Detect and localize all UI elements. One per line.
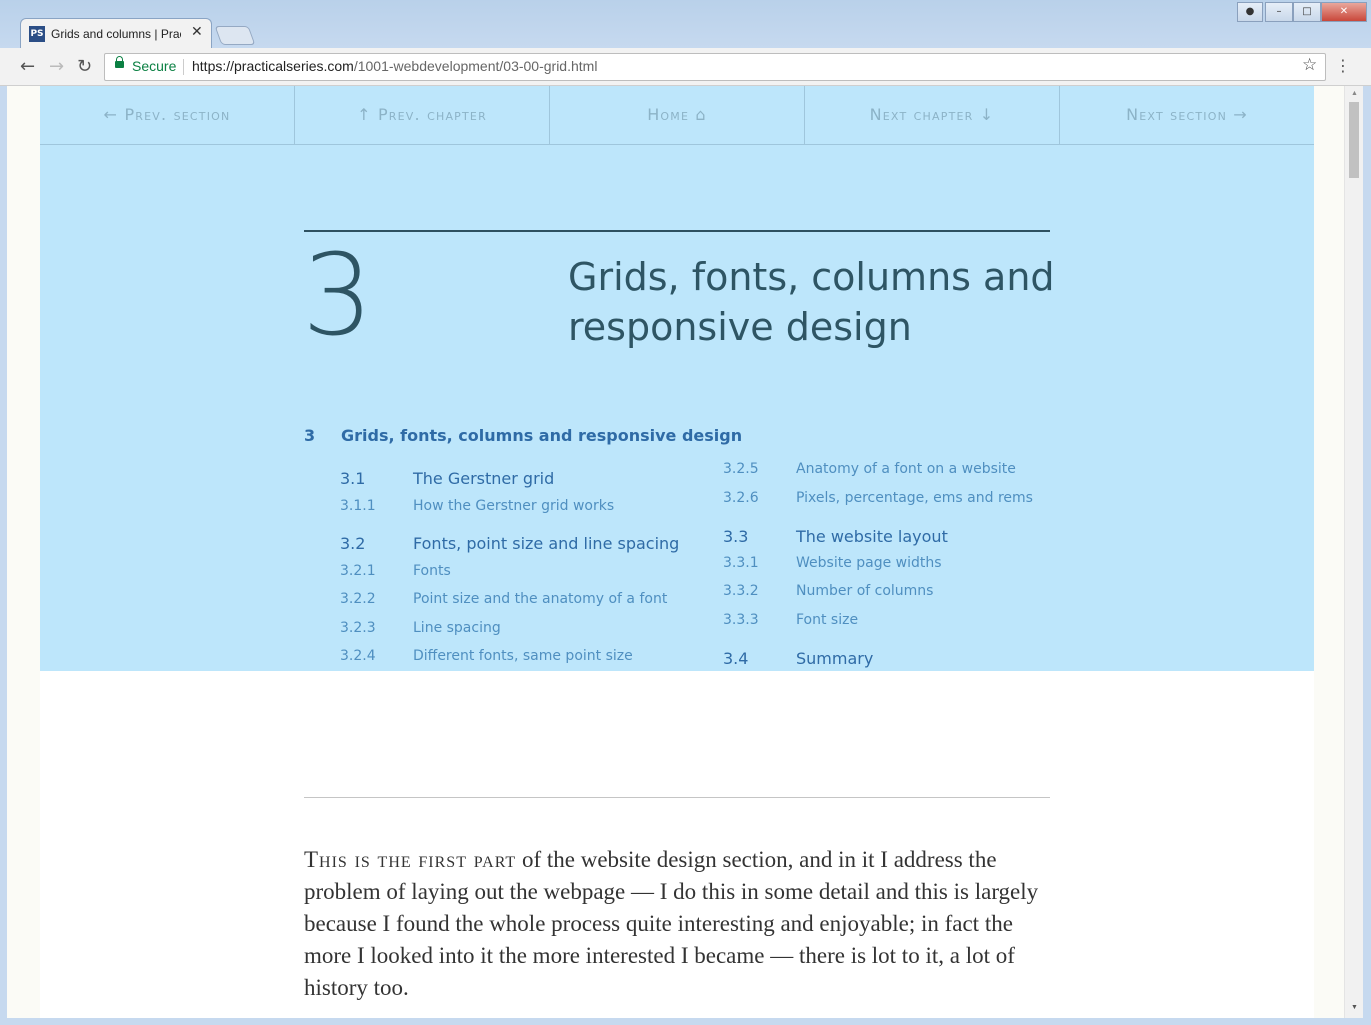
page-scrollbar[interactable]: ▲ ▼ xyxy=(1344,86,1364,1018)
toc-label: The website layout xyxy=(796,527,948,546)
toc-label: Summary xyxy=(796,649,874,668)
nav-next-chapter[interactable]: Next chapter ↓ xyxy=(805,86,1060,144)
intro-lead: This is the first part xyxy=(304,847,517,872)
toc-label: Line spacing xyxy=(413,620,501,636)
menu-icon[interactable]: ⋮ xyxy=(1335,56,1351,75)
toc-label: Fonts xyxy=(413,563,451,579)
address-bar[interactable]: Secure https://practicalseries.com/1001-… xyxy=(104,53,1326,81)
chapter-hero: ← Prev. section ↑ Prev. chapter Home ⌂ N… xyxy=(40,86,1314,671)
scrollbar-thumb[interactable] xyxy=(1349,102,1359,178)
secure-label: Secure xyxy=(132,58,177,74)
toc-num: 3.3.3 xyxy=(723,612,759,628)
toc-num: 3.1 xyxy=(340,469,366,488)
scroll-up-icon[interactable]: ▲ xyxy=(1351,90,1358,97)
toc-label: Different fonts, same point size xyxy=(413,648,633,664)
toc-num: 3.2.5 xyxy=(723,461,759,477)
nav-prev-section[interactable]: ← Prev. section xyxy=(40,86,295,144)
window-frame-bottom xyxy=(0,1018,1371,1025)
toc-label: Pixels, percentage, ems and rems xyxy=(796,490,1033,506)
toc-num: 3 xyxy=(304,426,316,445)
window-frame-left xyxy=(0,86,7,1025)
profile-icon[interactable]: ● xyxy=(1237,2,1263,22)
toc-label: Fonts, point size and line spacing xyxy=(413,534,680,553)
toc-label: Anatomy of a font on a website xyxy=(796,461,1016,477)
maximize-icon[interactable]: □ xyxy=(1293,2,1321,22)
toc-num: 3.1.1 xyxy=(340,498,376,514)
browser-tab[interactable]: PS Grids and columns | Practical Series … xyxy=(20,18,212,49)
chapter-rule xyxy=(304,230,1050,232)
toc-label: The Gerstner grid xyxy=(413,469,555,488)
chapter-number: 3 xyxy=(302,231,374,361)
url-path: /1001-webdevelopment/03-00-grid.html xyxy=(353,58,598,74)
toc-label: Number of columns xyxy=(796,583,934,599)
toc-label: How the Gerstner grid works xyxy=(413,498,615,514)
nav-home[interactable]: Home ⌂ xyxy=(550,86,805,144)
toc-num: 3.2.2 xyxy=(340,591,376,607)
toc-label: Font size xyxy=(796,612,859,628)
forward-icon[interactable]: → xyxy=(49,56,64,77)
section-divider xyxy=(304,797,1050,798)
nav-next-section[interactable]: Next section → xyxy=(1060,86,1314,144)
close-window-icon[interactable]: ✕ xyxy=(1321,2,1367,22)
page-viewport: ← Prev. section ↑ Prev. chapter Home ⌂ N… xyxy=(7,86,1344,1018)
site-favicon-icon: PS xyxy=(29,26,45,42)
back-icon[interactable]: ← xyxy=(20,56,35,77)
toc-num: 3.2 xyxy=(340,534,366,553)
window-frame-right xyxy=(1363,86,1371,1025)
toc-num: 3.3.2 xyxy=(723,583,759,599)
toc-num: 3.2.1 xyxy=(340,563,376,579)
star-icon[interactable]: ☆ xyxy=(1302,55,1317,75)
toc-num: 3.4 xyxy=(723,649,749,668)
page-content: ← Prev. section ↑ Prev. chapter Home ⌂ N… xyxy=(40,86,1314,1018)
browser-title-bar: PS Grids and columns | Practical Series … xyxy=(0,0,1371,49)
toc-label: Grids, fonts, columns and responsive des… xyxy=(341,426,743,445)
address-separator xyxy=(183,59,184,75)
toc-label: Point size and the anatomy of a font xyxy=(413,591,668,607)
chapter-navbar: ← Prev. section ↑ Prev. chapter Home ⌂ N… xyxy=(40,86,1314,145)
browser-toolbar: ← → ↻ Secure https://practicalseries.com… xyxy=(0,48,1371,86)
toc-num: 3.2.3 xyxy=(340,620,376,636)
toc-num: 3.3.1 xyxy=(723,555,759,571)
tab-title: Grids and columns | Practical Series xyxy=(51,27,181,41)
nav-prev-chapter[interactable]: ↑ Prev. chapter xyxy=(295,86,550,144)
scroll-down-icon[interactable]: ▼ xyxy=(1351,1004,1358,1011)
intro-paragraph: This is the first part of the website de… xyxy=(304,844,1054,1004)
toc-num: 3.2.4 xyxy=(340,648,376,664)
minimize-icon[interactable]: – xyxy=(1265,2,1293,22)
toc-label: Website page widths xyxy=(796,555,942,571)
url-host: https://practicalseries.com xyxy=(192,58,354,74)
reload-icon[interactable]: ↻ xyxy=(77,56,92,77)
tab-close-icon[interactable]: ✕ xyxy=(191,24,203,40)
lock-icon xyxy=(115,56,124,68)
url-text[interactable]: https://practicalseries.com/1001-webdeve… xyxy=(192,58,597,74)
new-tab-button[interactable] xyxy=(214,26,256,45)
chapter-title: Grids, fonts, columns and responsive des… xyxy=(568,255,1055,349)
toc-num: 3.2.6 xyxy=(723,490,759,506)
toc-num: 3.3 xyxy=(723,527,749,546)
